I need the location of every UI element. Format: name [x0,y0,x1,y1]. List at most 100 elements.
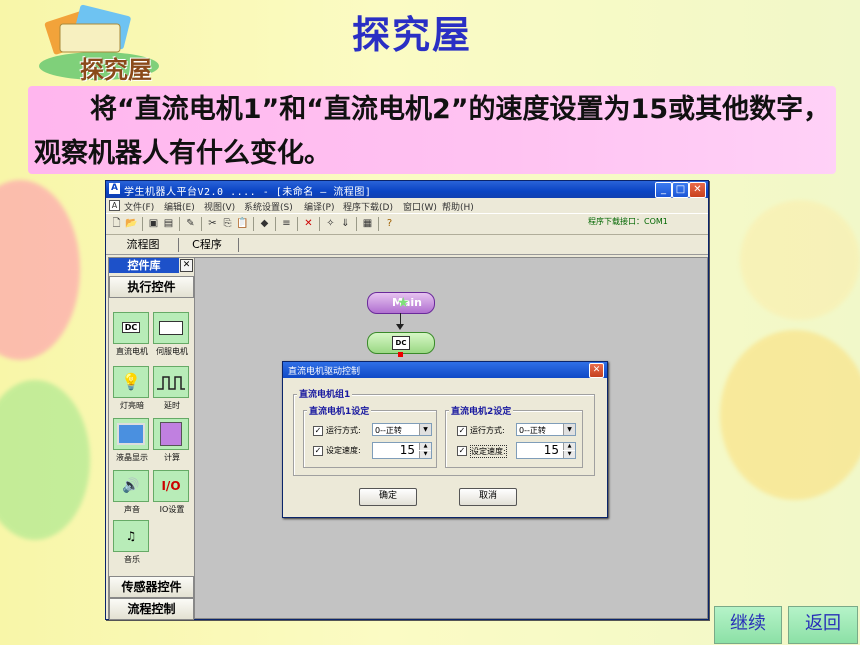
delete-icon[interactable]: ✕ [302,217,315,230]
menu-view[interactable]: 视图(V) [204,200,235,213]
chevron-down-icon[interactable]: ▼ [419,424,431,435]
motor1-speed-value: 15 [399,443,415,457]
toolbar-separator [253,217,254,231]
paste-icon[interactable]: 📋 [236,217,249,230]
motor1-speed-checkbox[interactable]: ✓ [313,446,323,456]
motor2-speed-input[interactable]: 15 ▲ ▼ [516,442,576,459]
control-label: 计算 [164,453,180,462]
chevron-down-icon[interactable]: ▼ [563,424,575,435]
motor1-mode-select[interactable]: 0--正转 ▼ [372,423,432,436]
cancel-button[interactable]: 取消 [459,488,517,506]
motor1-mode-label: 运行方式: [326,426,361,435]
tab-divider [178,238,179,252]
new-file-icon[interactable]: 🗋 [110,217,123,230]
calc-icon [160,421,182,446]
doc-icon: A [109,200,120,211]
edit-icon[interactable]: ✎ [184,217,197,230]
help-icon[interactable]: ? [383,217,396,230]
spin-up-icon[interactable]: ▲ [563,443,575,450]
arrow-down-icon [396,324,404,330]
menu-download[interactable]: 程序下载(D) [343,200,393,213]
lcd-control[interactable] [113,418,149,450]
io-control[interactable]: I/O [153,470,189,502]
motor1-speed-input[interactable]: 15 ▲ ▼ [372,442,432,459]
music-control[interactable]: ♫ [113,520,149,552]
copy-icon[interactable]: ⎘ [221,217,234,230]
tab-flowchart[interactable]: 流程图 [114,237,172,253]
calc-control[interactable] [153,418,189,450]
section-execute-controls[interactable]: 执行控件 [109,276,194,298]
motor2-speed-label: 设定速度: [470,445,507,458]
maximize-button[interactable]: □ [672,182,689,198]
motor1-mode-checkbox[interactable]: ✓ [313,426,323,436]
ok-button[interactable]: 确定 [359,488,417,506]
lamp-control[interactable]: 💡 [113,366,149,398]
toolbar-separator [275,217,276,231]
toolbar-separator [297,217,298,231]
motor1-mode-value: 0--正转 [375,426,402,435]
speaker-icon: 🔊 [122,478,140,494]
menu-compile[interactable]: 编译(P) [304,200,334,213]
motor-group-title: 直流电机组1 [297,387,353,400]
close-button[interactable]: ✕ [689,182,706,198]
delay-control[interactable] [153,366,189,398]
download-port-status: 程序下载接口：COM1 [588,217,668,226]
tool-icon[interactable]: ✧ [324,217,337,230]
toolbar-separator [179,217,180,231]
spin-down-icon[interactable]: ▼ [419,451,431,458]
save-icon[interactable]: ▣ [147,217,160,230]
main-node[interactable]: ★ Main [367,292,435,314]
node-anchor [398,352,403,357]
logo-text: 探究屋 [80,55,152,84]
menu-edit[interactable]: 编辑(E) [164,200,195,213]
music-icon: ♫ [125,529,137,543]
chip-icon[interactable]: ▦ [361,217,374,230]
servo-icon [159,320,183,335]
motor2-speed-checkbox[interactable]: ✓ [457,446,467,456]
menu-help[interactable]: 帮助(H) [442,200,474,213]
tab-c-program[interactable]: C程序 [184,237,230,253]
menu-window[interactable]: 窗口(W) [403,200,437,213]
open-folder-icon[interactable]: 📂 [125,217,138,230]
control-label: 延时 [164,401,180,410]
menu-bar: A 文件(F) 编辑(E) 视图(V) 系统设置(S) 编译(P) 程序下载(D… [106,198,708,213]
back-button[interactable]: 返回 [788,606,858,644]
spin-up-icon[interactable]: ▲ [419,443,431,450]
window-titlebar[interactable]: A 学生机器人平台V2.0 .... - [未命名 — 流程图] _ □ ✕ [106,181,708,198]
menu-settings[interactable]: 系统设置(S) [244,200,293,213]
minimize-button[interactable]: _ [655,182,672,198]
servo-motor-control[interactable] [153,312,189,344]
toolbar-separator [319,217,320,231]
tab-divider [238,238,239,252]
toolbar-separator [356,217,357,231]
bulb-icon: 💡 [121,372,141,391]
dialog-title: 直流电机驱动控制 [288,367,361,377]
motor2-speed-value: 15 [543,443,559,457]
list-icon[interactable]: ≡ [280,217,293,230]
toolbar-separator [142,217,143,231]
control-label: IO设置 [159,505,185,514]
dc-motor-node[interactable]: DC [367,332,435,354]
dialog-titlebar[interactable]: 直流电机驱动控制 ✕ [283,362,607,378]
dialog-close-button[interactable]: ✕ [589,363,604,378]
dc-motor-control[interactable]: DC [113,312,149,344]
library-close-icon[interactable]: ✕ [180,259,193,272]
io-icon: I/O [161,479,181,493]
motor2-mode-select[interactable]: 0--正转 ▼ [516,423,576,436]
motor2-mode-checkbox[interactable]: ✓ [457,426,467,436]
sound-control[interactable]: 🔊 [113,470,149,502]
continue-button[interactable]: 继续 [714,606,782,644]
slide-title: 探究屋 [352,12,473,57]
build-icon[interactable]: ◆ [258,217,271,230]
section-sensor-controls[interactable]: 传感器控件 [109,576,194,598]
spin-down-icon[interactable]: ▼ [563,451,575,458]
delay-icon [157,375,185,390]
save-all-icon[interactable]: ▤ [162,217,175,230]
cut-icon[interactable]: ✂ [206,217,219,230]
motor1-title: 直流电机1设定 [307,404,372,417]
section-flow-controls[interactable]: 流程控制 [109,598,194,620]
menu-file[interactable]: 文件(F) [124,200,154,213]
decor-glow-right [740,200,860,320]
toolbar-separator [378,217,379,231]
download-icon[interactable]: ⇓ [339,217,352,230]
